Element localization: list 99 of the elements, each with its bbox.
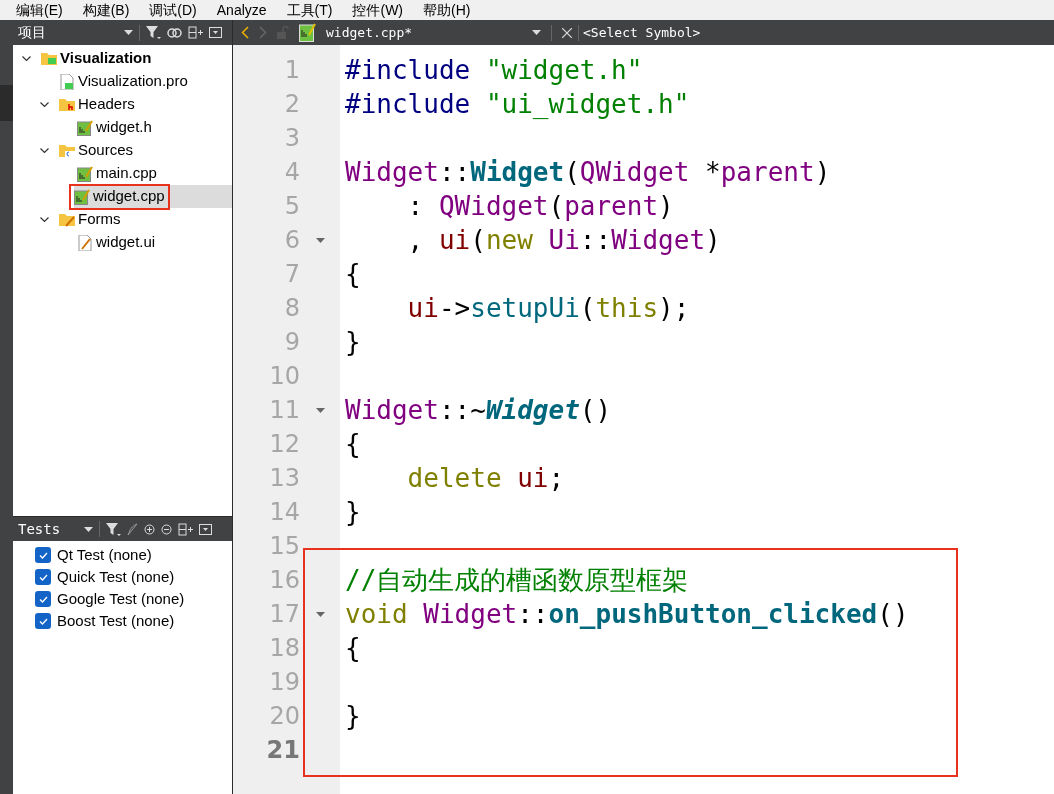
line-number: 15 xyxy=(268,531,300,562)
code-line: Widget::Widget(QWidget *parent) xyxy=(344,155,831,189)
cpp-file-icon xyxy=(77,165,93,182)
feather-icon[interactable] xyxy=(127,522,138,536)
expand-icon[interactable] xyxy=(144,523,155,535)
code-line: } xyxy=(344,699,361,733)
line-number: 4 xyxy=(283,157,300,188)
menu-item[interactable]: 工具(T) xyxy=(286,0,333,21)
tree-item[interactable]: Visualization xyxy=(38,47,232,70)
project-file-icon xyxy=(59,73,75,90)
menu-item[interactable]: 控件(W) xyxy=(352,0,404,21)
folder-icon xyxy=(59,96,75,113)
tree-item[interactable]: widget.ui xyxy=(74,231,232,254)
checkbox[interactable] xyxy=(35,591,51,607)
folder-icon xyxy=(59,142,75,159)
tree-item[interactable]: widget.h xyxy=(74,116,232,139)
test-label: Quick Test (none) xyxy=(57,566,175,587)
line-number: 1 xyxy=(283,55,300,86)
code-line: : QWidget(parent) xyxy=(406,189,674,223)
link-icon[interactable] xyxy=(167,27,182,38)
line-number: 7 xyxy=(283,259,300,290)
close-pane-icon[interactable] xyxy=(199,523,212,535)
checkbox[interactable] xyxy=(35,613,51,629)
collapse-icon[interactable] xyxy=(161,523,172,535)
folder-icon xyxy=(59,211,75,228)
form-file-icon xyxy=(77,234,93,251)
split-icon[interactable] xyxy=(188,26,203,39)
code-line: void Widget::on_pushButton_clicked() xyxy=(344,597,909,631)
line-number: 5 xyxy=(283,191,300,222)
tree-item[interactable]: Sources xyxy=(56,139,232,162)
line-number: 14 xyxy=(268,497,300,528)
chevron-down-icon[interactable] xyxy=(40,146,49,155)
tree-item[interactable]: Headers xyxy=(56,93,232,116)
code-line: } xyxy=(344,325,361,359)
dropdown-icon[interactable] xyxy=(124,30,133,35)
fold-marker-icon[interactable] xyxy=(315,407,325,413)
code-line: #include "ui_widget.h" xyxy=(344,87,690,121)
line-number: 11 xyxy=(268,395,300,426)
panel-title: 项目 xyxy=(18,23,47,42)
line-number: 21 xyxy=(265,735,300,766)
line-number: 19 xyxy=(268,667,300,698)
checkbox[interactable] xyxy=(35,569,51,585)
checkmark-icon xyxy=(38,595,48,603)
line-number: 6 xyxy=(283,225,300,256)
checkbox[interactable] xyxy=(35,547,51,563)
menu-item[interactable]: Analyze xyxy=(216,0,267,21)
close-icon[interactable] xyxy=(562,27,572,38)
menu-item[interactable]: 调试(D) xyxy=(149,0,197,21)
tree-item[interactable]: Forms xyxy=(56,208,232,231)
filter-icon[interactable] xyxy=(146,26,161,39)
code-line: { xyxy=(344,257,361,291)
line-number: 2 xyxy=(283,89,300,120)
cpp-file-icon xyxy=(77,119,93,136)
line-number: 13 xyxy=(268,463,300,494)
code-line: { xyxy=(344,427,361,461)
code-line: } xyxy=(344,495,361,529)
dropdown-icon[interactable] xyxy=(532,30,541,35)
line-number: 16 xyxy=(268,565,300,596)
filter-icon[interactable] xyxy=(106,522,121,536)
dropdown-icon[interactable] xyxy=(84,526,93,532)
chevron-down-icon[interactable] xyxy=(40,100,49,109)
code-line: #include "widget.h" xyxy=(344,53,643,87)
menu-item[interactable]: 构建(B) xyxy=(82,0,130,21)
line-number: 3 xyxy=(283,123,300,154)
line-number: 20 xyxy=(268,701,300,732)
checkmark-icon xyxy=(38,617,48,625)
tree-item[interactable]: Visualization.pro xyxy=(56,70,232,93)
code-line: //自动生成的槽函数原型框架 xyxy=(344,563,689,597)
split-icon[interactable] xyxy=(178,522,193,536)
line-number: 9 xyxy=(283,327,300,358)
cpp-file-icon xyxy=(299,23,316,42)
test-label: Google Test (none) xyxy=(57,588,185,609)
code-line: , ui(new Ui::Widget) xyxy=(406,223,721,257)
test-label: Boost Test (none) xyxy=(57,610,175,631)
checkmark-icon xyxy=(38,551,48,559)
line-number: 12 xyxy=(268,429,300,460)
test-label: Qt Test (none) xyxy=(57,544,152,565)
chevron-down-icon[interactable] xyxy=(40,215,49,224)
code-line: delete ui; xyxy=(406,461,565,495)
tree-item[interactable]: main.cpp xyxy=(74,162,232,185)
line-number: 18 xyxy=(268,633,300,664)
checkmark-icon xyxy=(38,573,48,581)
folder-icon xyxy=(41,50,57,67)
fold-marker-icon[interactable] xyxy=(315,237,325,243)
code-line: { xyxy=(344,631,361,665)
code-line: ui->setupUi(this); xyxy=(406,291,690,325)
line-number: 10 xyxy=(268,361,300,392)
chevron-down-icon[interactable] xyxy=(22,54,31,63)
close-pane-icon[interactable] xyxy=(209,27,222,38)
menu-item[interactable]: 帮助(H) xyxy=(423,0,471,21)
code-line: Widget::~Widget() xyxy=(344,393,612,427)
panel-title: Tests xyxy=(18,519,62,539)
line-number: 8 xyxy=(283,293,300,324)
symbol-selector[interactable]: <Select Symbol> xyxy=(583,22,701,43)
fold-marker-icon[interactable] xyxy=(315,611,325,617)
menu-item[interactable]: 编辑(E) xyxy=(16,0,63,21)
cpp-file-icon xyxy=(74,188,90,205)
file-tab[interactable]: widget.cpp* xyxy=(326,22,522,43)
line-number: 17 xyxy=(268,599,300,630)
